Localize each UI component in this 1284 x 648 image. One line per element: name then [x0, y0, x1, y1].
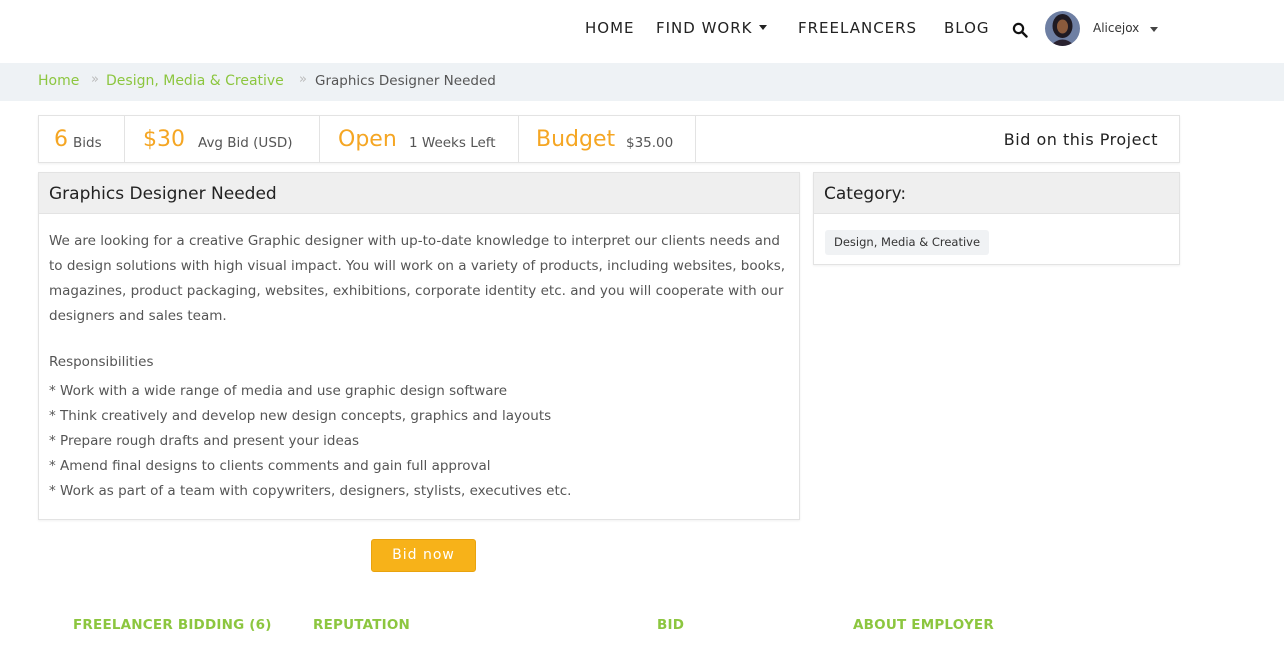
breadcrumb-home[interactable]: Home — [38, 73, 79, 89]
divider — [518, 116, 519, 162]
project-title: Graphics Designer Needed — [49, 184, 277, 204]
breadcrumb-category[interactable]: Design, Media & Creative — [106, 73, 284, 89]
budget-label: Budget — [536, 127, 616, 152]
bids-count: 6 — [54, 127, 68, 152]
list-item: * Think creatively and develop new desig… — [49, 408, 552, 424]
project-status: Open — [338, 127, 397, 152]
category-title: Category: — [824, 184, 907, 204]
list-item: * Work with a wide range of media and us… — [49, 383, 508, 399]
project-stats-bar: 6 Bids $30 Avg Bid (USD) Open 1 Weeks Le… — [38, 115, 1180, 163]
chevron-down-icon[interactable] — [1150, 27, 1158, 32]
divider — [695, 116, 696, 162]
tab-bid[interactable]: BID — [657, 617, 684, 633]
category-panel: Category: Design, Media & Creative — [813, 172, 1180, 265]
list-item: * Amend final designs to clients comment… — [49, 458, 491, 474]
project-details-panel: Graphics Designer Needed We are looking … — [38, 172, 800, 520]
chevron-down-icon — [758, 24, 767, 30]
list-item: * Work as part of a team with copywriter… — [49, 483, 572, 499]
nav-freelancers[interactable]: FREELANCERS — [798, 19, 917, 37]
top-navigation: HOME FIND WORK FREELANCERS BLOG Alicejox — [0, 0, 1284, 63]
description-text: We are looking for a creative Graphic de… — [49, 233, 786, 324]
breadcrumb-separator: » — [299, 72, 307, 87]
responsibilities-title: Responsibilities — [49, 354, 154, 370]
tab-freelancer-bidding[interactable]: FREELANCER BIDDING (6) — [73, 617, 272, 633]
bids-label: Bids — [73, 135, 102, 151]
budget-value: $35.00 — [626, 135, 674, 151]
nav-find-work[interactable]: FIND WORK — [656, 19, 767, 37]
breadcrumb: Home » Design, Media & Creative » Graphi… — [0, 63, 1284, 101]
search-icon[interactable] — [1012, 22, 1028, 38]
list-item: * Prepare rough drafts and present your … — [49, 433, 360, 449]
bid-now-button[interactable]: Bid now — [371, 539, 476, 572]
category-tag[interactable]: Design, Media & Creative — [825, 230, 990, 255]
avatar[interactable] — [1045, 11, 1080, 46]
nav-blog[interactable]: BLOG — [944, 19, 990, 37]
project-description: We are looking for a creative Graphic de… — [49, 229, 794, 329]
breadcrumb-current: Graphics Designer Needed — [315, 73, 496, 89]
tab-about-employer[interactable]: ABOUT EMPLOYER — [853, 617, 994, 633]
avg-bid-label: Avg Bid (USD) — [198, 135, 293, 151]
nav-find-work-label: FIND WORK — [656, 19, 753, 37]
breadcrumb-separator: » — [91, 72, 99, 87]
avg-bid-value: $30 — [143, 127, 185, 152]
divider — [319, 116, 320, 162]
panel-header: Graphics Designer Needed — [39, 173, 799, 214]
tab-reputation[interactable]: REPUTATION — [313, 617, 410, 633]
bid-on-project-link[interactable]: Bid on this Project — [1004, 130, 1158, 149]
responsibilities-list: * Work with a wide range of media and us… — [49, 379, 571, 504]
divider — [124, 116, 125, 162]
nav-home[interactable]: HOME — [585, 19, 635, 37]
time-left: 1 Weeks Left — [409, 135, 496, 151]
username[interactable]: Alicejox — [1093, 21, 1139, 35]
panel-header: Category: — [814, 173, 1179, 214]
